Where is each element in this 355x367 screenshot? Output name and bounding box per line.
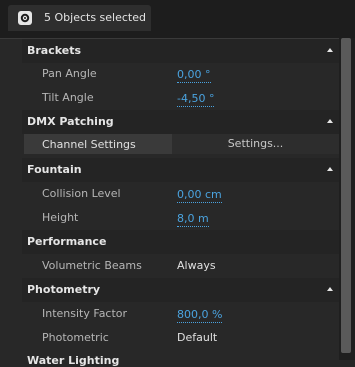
pan-angle-value[interactable]: 0,00 ° — [177, 69, 211, 83]
section-photometry[interactable]: Photometry — [22, 278, 339, 302]
selection-tab[interactable]: 5 Objects selected — [8, 5, 151, 31]
intensity-factor-value[interactable]: 800,0 % — [177, 309, 223, 323]
intensity-factor-label: Intensity Factor — [42, 307, 128, 320]
photometric-value[interactable]: Default — [177, 331, 217, 344]
volumetric-beams-value[interactable]: Always — [177, 259, 216, 272]
collapse-arrow-icon[interactable] — [327, 167, 333, 171]
tilt-angle-label: Tilt Angle — [42, 91, 94, 104]
panel-header: 5 Objects selected — [0, 0, 355, 38]
scrollbar-thumb[interactable] — [341, 38, 351, 353]
height-label: Height — [42, 211, 79, 224]
section-title-cut-off: Water Lighting — [27, 354, 120, 367]
section-title-brackets: Brackets — [27, 44, 82, 57]
collision-level-label: Collision Level — [42, 187, 121, 200]
section-dmx-patching[interactable]: DMX Patching — [22, 110, 339, 134]
gear-icon[interactable] — [18, 11, 32, 25]
pan-angle-label: Pan Angle — [42, 67, 97, 80]
section-performance[interactable]: Performance — [22, 230, 339, 254]
tilt-angle-value[interactable]: -4,50 ° — [177, 93, 215, 107]
section-title-fountain: Fountain — [27, 163, 82, 176]
height-value[interactable]: 8,0 m — [177, 213, 209, 227]
section-title-performance: Performance — [27, 235, 107, 248]
scrollbar[interactable] — [339, 38, 355, 360]
collapse-arrow-icon[interactable] — [327, 119, 333, 123]
channel-settings-label: Channel Settings — [42, 138, 136, 151]
collapse-arrow-icon[interactable] — [327, 48, 333, 52]
section-title-dmx: DMX Patching — [27, 115, 114, 128]
collapse-arrow-icon[interactable] — [327, 287, 333, 291]
photometric-label: Photometric — [42, 331, 109, 344]
collision-level-value[interactable]: 0,00 cm — [177, 189, 222, 203]
settings-button[interactable]: Settings... — [172, 134, 339, 154]
section-brackets[interactable]: Brackets — [22, 39, 339, 63]
properties-panel: Brackets Pan Angle 0,00 ° Tilt Angle -4,… — [0, 38, 355, 367]
section-title-photometry: Photometry — [27, 283, 101, 296]
section-fountain[interactable]: Fountain — [22, 158, 339, 182]
volumetric-beams-label: Volumetric Beams — [42, 259, 142, 272]
selection-title: 5 Objects selected — [44, 11, 146, 24]
